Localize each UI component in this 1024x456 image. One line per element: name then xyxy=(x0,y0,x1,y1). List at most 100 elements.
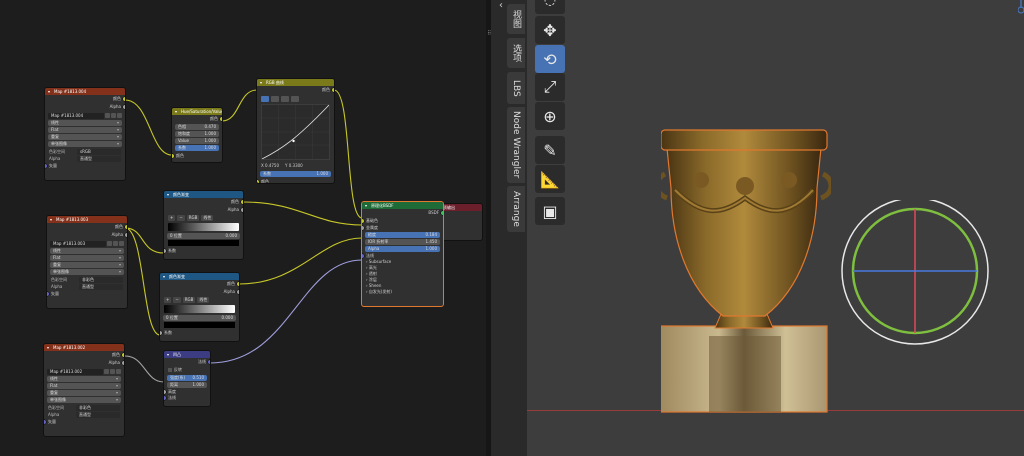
image-name[interactable]: Map #1813.002 xyxy=(47,368,103,375)
value-field[interactable]: Value 1.000 xyxy=(175,138,219,144)
source-dropdown[interactable]: 单张图像 ▾ xyxy=(48,141,122,147)
rotate-gizmo[interactable] xyxy=(841,197,991,352)
image-browse-icon[interactable] xyxy=(107,241,112,246)
select-tool[interactable]: ◌ xyxy=(535,0,565,14)
node-header[interactable]: Map #1813.004 xyxy=(45,88,125,95)
node-header[interactable]: 颜色渐变 xyxy=(164,191,243,198)
color-ramp-node-1[interactable]: 颜色渐变 颜色 Alpha +−RGB线性 0 位置0.000 系数 xyxy=(164,191,243,259)
ramp-controls[interactable]: + − RGB 线性 xyxy=(168,215,239,221)
output-socket[interactable] xyxy=(237,290,239,294)
output-socket[interactable] xyxy=(125,233,127,237)
alpha-mode-row[interactable]: Alpha 直通型 xyxy=(44,411,124,418)
tab-r[interactable] xyxy=(271,96,279,102)
color-space-row[interactable]: 色彩空间 非彩色 xyxy=(47,276,127,283)
measure-tool[interactable]: 📐 xyxy=(535,165,565,193)
3d-viewport[interactable]: ◌ ✥ ⟲ ⤢ ⊕ ✎ 📐 ▣ xyxy=(527,0,1024,456)
hue-saturation-value-node[interactable]: Hue/Saturation/Value 颜色 色相0.470 饱和度1.000… xyxy=(172,108,222,162)
output-socket[interactable] xyxy=(125,225,127,229)
output-socket[interactable] xyxy=(122,361,124,365)
image-name[interactable]: Map #1813.004 xyxy=(48,112,104,119)
tab-g[interactable] xyxy=(281,96,289,102)
input-socket[interactable] xyxy=(362,219,364,223)
source-dropdown[interactable]: 单张图像 ▾ xyxy=(50,269,124,275)
image-close-icon[interactable] xyxy=(116,369,121,374)
ramp-interp-dropdown[interactable]: 线性 xyxy=(201,215,214,221)
image-open-icon[interactable] xyxy=(111,113,116,118)
interpolation-dropdown[interactable]: 线性 ▾ xyxy=(47,376,121,382)
tab-arrange[interactable]: Arrange xyxy=(507,186,525,232)
stop-position-field[interactable]: 0 位置 0.000 xyxy=(163,315,236,321)
image-texture-node-2[interactable]: Map #1813.003 颜色 Alpha Map #1813.003 线性▾… xyxy=(47,216,127,308)
image-name[interactable]: Map #1813.003 xyxy=(50,240,106,247)
curve-channel-tabs[interactable] xyxy=(261,96,330,102)
factor-field[interactable]: 系数 1.000 xyxy=(175,145,219,151)
rgb-curves-node[interactable]: RGB 曲线 颜色 X 0.4750Y 0.3300 系数1.000 颜色 xyxy=(257,79,334,183)
curve-graph[interactable] xyxy=(261,104,330,160)
alpha-field[interactable]: Alpha 1.000 xyxy=(365,246,440,252)
ramp-controls[interactable]: + − RGB 线性 xyxy=(164,297,235,303)
stop-color-swatch[interactable] xyxy=(168,240,239,246)
node-header[interactable]: 颜色渐变 xyxy=(160,273,239,280)
ior-field[interactable]: IOR 折射率 1.450 xyxy=(365,239,440,245)
node-header[interactable]: Map #1813.002 xyxy=(44,344,124,351)
ramp-mode-dropdown[interactable]: RGB xyxy=(186,215,200,221)
color-space-row[interactable]: 色彩空间 非彩色 xyxy=(44,404,124,411)
image-texture-node-3[interactable]: Map #1813.002 颜色 Alpha Map #1813.002 线性▾… xyxy=(44,344,124,436)
node-header[interactable]: 凹凸 xyxy=(164,351,210,358)
input-socket[interactable] xyxy=(257,180,259,183)
rotate-tool[interactable]: ⟲ xyxy=(535,45,565,73)
tab-view[interactable]: 视图 xyxy=(507,4,525,34)
node-header[interactable]: RGB 曲线 xyxy=(257,79,334,86)
interpolation-dropdown[interactable]: 线性 ▾ xyxy=(50,248,124,254)
output-socket[interactable] xyxy=(241,200,243,204)
add-cube-tool[interactable]: ▣ xyxy=(535,197,565,225)
distance-field[interactable]: 距离 1.000 xyxy=(167,382,207,388)
add-stop-button[interactable]: + xyxy=(164,297,172,303)
tab-lbs[interactable]: LBS xyxy=(507,72,525,104)
output-socket[interactable] xyxy=(123,97,125,101)
image-open-icon[interactable] xyxy=(110,369,115,374)
output-socket[interactable] xyxy=(241,208,243,212)
remove-stop-button[interactable]: − xyxy=(177,215,185,221)
image-selector[interactable]: Map #1813.003 xyxy=(50,240,124,247)
color-ramp-gradient[interactable] xyxy=(164,305,235,313)
image-selector[interactable]: Map #1813.002 xyxy=(47,368,121,375)
projection-dropdown[interactable]: Flat ▾ xyxy=(48,127,122,133)
alpha-mode-row[interactable]: Alpha 直通型 xyxy=(45,155,125,162)
chevron-left-icon[interactable]: ‹ xyxy=(499,0,503,11)
invert-checkbox[interactable]: 反转 xyxy=(164,366,210,374)
principled-bsdf-node[interactable]: 原理化BSDF BSDF 基础色 金属度 糙度0.184 IOR 折射率1.45… xyxy=(362,202,443,306)
annotate-tool[interactable]: ✎ xyxy=(535,136,565,164)
projection-dropdown[interactable]: Flat ▾ xyxy=(50,255,124,261)
extension-dropdown[interactable]: 重复 ▾ xyxy=(47,390,121,396)
tab-c[interactable] xyxy=(261,96,269,102)
checkbox-icon[interactable] xyxy=(168,368,172,372)
image-browse-icon[interactable] xyxy=(104,369,109,374)
color-ramp-node-2[interactable]: 颜色渐变 颜色 Alpha +−RGB线性 0 位置0.000 系数 xyxy=(160,273,239,341)
output-socket[interactable] xyxy=(220,117,222,121)
roughness-field[interactable]: 糙度 0.184 xyxy=(365,232,440,238)
extension-dropdown[interactable]: 重复 ▾ xyxy=(48,134,122,140)
output-socket[interactable] xyxy=(208,360,210,364)
input-socket[interactable] xyxy=(160,331,162,335)
image-browse-icon[interactable] xyxy=(105,113,110,118)
node-header[interactable]: Hue/Saturation/Value xyxy=(172,108,222,115)
stop-color-swatch[interactable] xyxy=(164,322,235,328)
bump-node[interactable]: 凹凸 法线 反转 强度(系)0.510 距离1.000 高度 法线 xyxy=(164,351,210,406)
navigation-gizmo-edge[interactable] xyxy=(1017,0,1024,14)
output-socket[interactable] xyxy=(441,211,443,215)
stop-position-field[interactable]: 0 位置 0.000 xyxy=(167,233,240,239)
projection-dropdown[interactable]: Flat ▾ xyxy=(47,383,121,389)
input-socket[interactable] xyxy=(44,420,46,424)
image-close-icon[interactable] xyxy=(117,113,122,118)
alpha-mode-row[interactable]: Alpha 直通型 xyxy=(47,283,127,290)
node-header[interactable]: 原理化BSDF xyxy=(362,202,443,209)
input-socket[interactable] xyxy=(164,390,166,394)
input-socket[interactable] xyxy=(45,164,47,168)
input-socket[interactable] xyxy=(164,396,166,400)
ramp-mode-dropdown[interactable]: RGB xyxy=(182,297,196,303)
interpolation-dropdown[interactable]: 线性 ▾ xyxy=(48,120,122,126)
color-space-row[interactable]: 色彩空间 sRGB xyxy=(45,148,125,155)
move-tool[interactable]: ✥ xyxy=(535,16,565,44)
input-socket[interactable] xyxy=(47,292,49,296)
